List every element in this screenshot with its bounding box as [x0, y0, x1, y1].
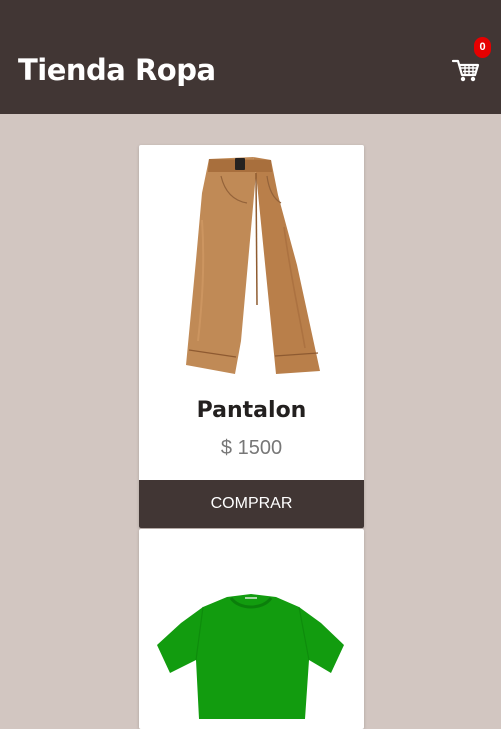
product-card: Pantalon $ 1500 COMPRAR — [139, 145, 364, 528]
green-tshirt-image — [157, 594, 344, 719]
beige-pants-image — [186, 157, 320, 374]
buy-button[interactable]: COMPRAR — [139, 480, 364, 528]
product-name: Pantalon — [196, 398, 307, 423]
cart-count-badge: 0 — [474, 37, 491, 58]
product-price: $ 1500 — [220, 437, 283, 459]
product-card — [139, 529, 364, 729]
shopping-cart-icon — [451, 59, 480, 82]
shopping-cart-button[interactable] — [451, 54, 481, 84]
app-header: Tienda Ropa 0 — [0, 0, 501, 114]
store-title: Tienda Ropa — [18, 53, 216, 87]
